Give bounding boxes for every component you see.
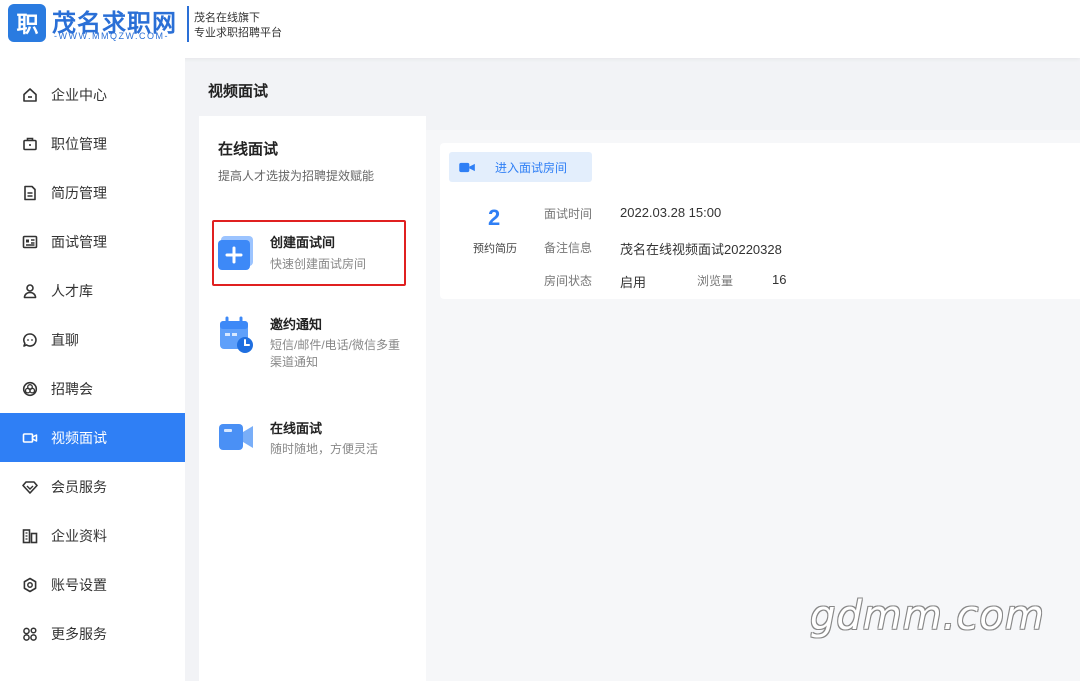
sidebar-item-label: 视频面试 [51, 429, 107, 446]
sidebar-item-job-fair[interactable]: 招聘会 [0, 364, 185, 413]
sidebar-item-company-profile[interactable]: 企业资料 [0, 511, 185, 560]
watermark: gdmm.com [810, 593, 1045, 639]
enter-room-label: 进入面试房间 [495, 160, 568, 175]
more-services-icon [22, 626, 38, 642]
panel-title: 在线面试 [218, 141, 279, 158]
feature-title: 在线面试 [270, 421, 323, 436]
sidebar-item-job-management[interactable]: 职位管理 [0, 119, 185, 168]
time-key: 面试时间 [544, 207, 593, 221]
enter-room-button[interactable]: 进入面试房间 [449, 152, 592, 182]
feature-online-interview[interactable]: 在线面试 随时随地，方便灵活 [213, 416, 406, 464]
logo-url: -WWW.MMQZW.COM- [54, 31, 169, 41]
video-icon [22, 430, 38, 446]
panel-subtitle: 提高人才选拔为招聘提效赋能 [218, 169, 375, 183]
sidebar-item-company-center[interactable]: 企业中心 [0, 70, 185, 119]
logo-badge-text: 职 [16, 12, 38, 37]
sidebar-item-label: 招聘会 [51, 380, 93, 397]
sidebar-item-label: 面试管理 [51, 233, 107, 250]
status-key: 房间状态 [544, 274, 593, 288]
calendar-clock-icon [217, 316, 255, 354]
sidebar-item-resume-management[interactable]: 简历管理 [0, 168, 185, 217]
home-icon [22, 87, 38, 103]
briefcase-icon [22, 136, 38, 152]
sidebar-item-label: 直聊 [51, 331, 79, 348]
feature-invitation-notice[interactable]: 邀约通知 短信/邮件/电话/微信多重渠道通知 [213, 314, 406, 378]
time-value: 2022.03.28 15:00 [620, 205, 722, 220]
resume-count-label: 预约简历 [473, 243, 517, 255]
sidebar-item-label: 账号设置 [51, 576, 107, 593]
feature-title: 邀约通知 [270, 317, 323, 332]
resume-count[interactable]: 2 [488, 205, 500, 231]
note-value: 茂名在线视频面试20220328 [620, 242, 782, 257]
sidebar-item-interview-management[interactable]: 面试管理 [0, 217, 185, 266]
interview-room-card: 进入面试房间 2 预约简历 面试时间 2022.03.28 15:00 备注信息… [440, 143, 1080, 299]
sidebar-item-label: 会员服务 [51, 478, 107, 495]
status-value: 启用 [620, 275, 647, 290]
camera-icon [459, 162, 476, 173]
page-title: 视频面试 [208, 83, 269, 100]
sidebar: 企业中心 职位管理 简历管理 面试管理 人才库 直聊 招聘会 视频面试 会员服务… [0, 58, 185, 681]
feature-desc: 快速创建面试房间 [270, 257, 367, 271]
feature-desc: 短信/邮件/电话/微信多重渠道通知 [270, 338, 401, 369]
sidebar-item-label: 职位管理 [51, 135, 107, 152]
chat-icon [22, 332, 38, 348]
feature-create-room[interactable]: 创建面试间 快速创建面试房间 [213, 228, 406, 284]
feature-title: 创建面试间 [270, 235, 336, 250]
logo-tagline-1: 茂名在线旗下 [194, 12, 260, 24]
building-icon [22, 528, 38, 544]
sidebar-item-account-settings[interactable]: 账号设置 [0, 560, 185, 609]
settings-icon [22, 577, 38, 593]
sidebar-item-direct-chat[interactable]: 直聊 [0, 315, 185, 364]
aperture-icon [22, 381, 38, 397]
sidebar-item-label: 人才库 [51, 282, 93, 299]
diamond-icon [22, 479, 38, 495]
logo-tagline-2: 专业求职招聘平台 [194, 27, 282, 39]
user-icon [22, 283, 38, 299]
video-camera-icon [217, 418, 255, 456]
sidebar-item-label: 企业资料 [51, 527, 107, 544]
note-key: 备注信息 [544, 241, 593, 255]
views-key: 浏览量 [697, 274, 734, 288]
logo-badge[interactable]: 职 [8, 4, 46, 42]
sidebar-item-member-services[interactable]: 会员服务 [0, 462, 185, 511]
sidebar-item-label: 简历管理 [51, 184, 107, 201]
document-icon [22, 185, 38, 201]
sidebar-item-label: 更多服务 [51, 625, 107, 642]
sidebar-item-talent-pool[interactable]: 人才库 [0, 266, 185, 315]
views-value: 16 [772, 272, 787, 287]
logo-divider [187, 6, 189, 42]
sidebar-item-label: 企业中心 [51, 86, 107, 103]
feature-panel: 在线面试 提高人才选拔为招聘提效赋能 创建面试间 快速创建面试房间 邀约通知 短… [199, 116, 426, 681]
feature-desc: 随时随地，方便灵活 [270, 442, 379, 456]
top-header: 职 茂名求职网 -WWW.MMQZW.COM- 茂名在线旗下 专业求职招聘平台 [0, 0, 1080, 58]
id-card-icon [22, 234, 38, 250]
sidebar-item-more-services[interactable]: 更多服务 [0, 609, 185, 658]
add-room-icon [217, 234, 255, 272]
sidebar-item-video-interview[interactable]: 视频面试 [0, 413, 185, 462]
